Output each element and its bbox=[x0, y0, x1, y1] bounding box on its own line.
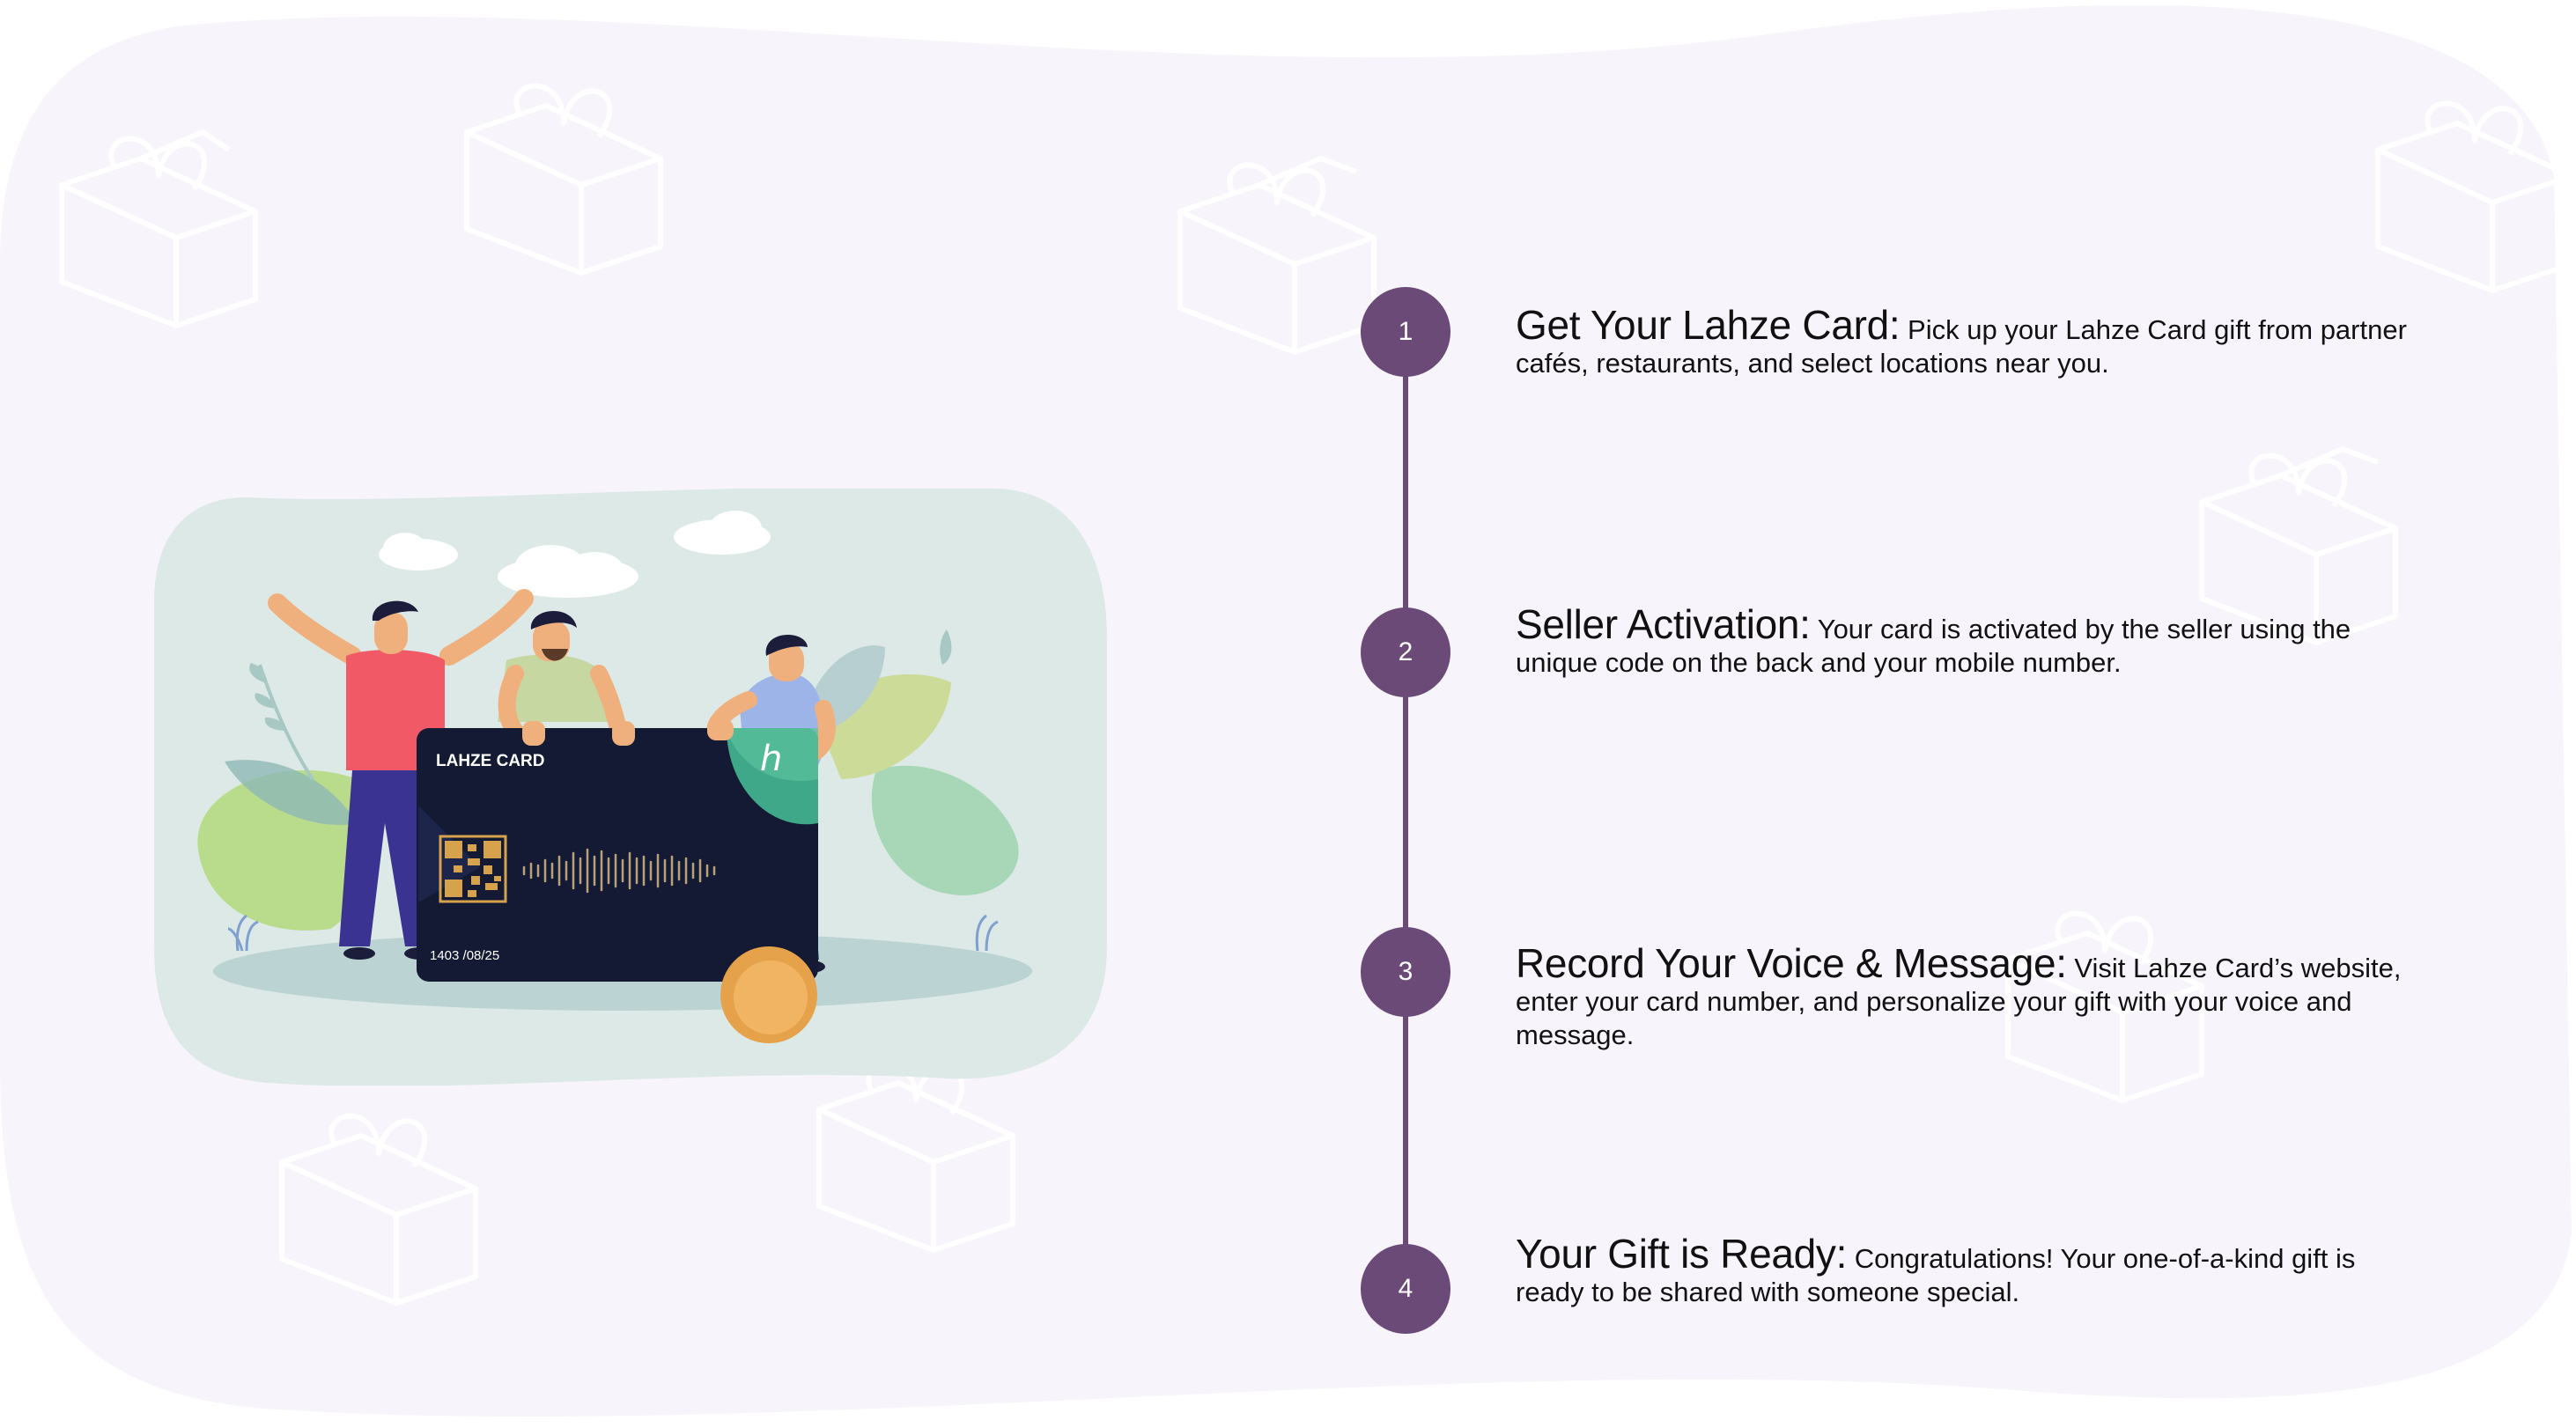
step-title: Record Your Voice & Message: bbox=[1516, 940, 2067, 986]
timeline-line bbox=[1403, 333, 1408, 1289]
step-number-badge: 3 bbox=[1361, 927, 1450, 1017]
step-2-text: Seller Activation: Your card is activate… bbox=[1516, 604, 2414, 680]
step-title: Your Gift is Ready: bbox=[1516, 1231, 1848, 1277]
step-number-badge: 2 bbox=[1361, 607, 1450, 697]
step-number-badge: 4 bbox=[1361, 1244, 1450, 1334]
step-4-text: Your Gift is Ready: Congratulations! You… bbox=[1516, 1233, 2414, 1309]
hero-illustration: LAHZE CARD ℎ 1403 /08/25 bbox=[154, 489, 1107, 1086]
card-date-text: 1403 /08/25 bbox=[430, 948, 499, 963]
step-title: Get Your Lahze Card: bbox=[1516, 302, 1901, 348]
step-1-text: Get Your Lahze Card: Pick up your Lahze … bbox=[1516, 305, 2414, 380]
card-logo-icon: ℎ bbox=[760, 739, 782, 779]
card-brand-text: LAHZE CARD bbox=[436, 752, 545, 770]
step-title: Seller Activation: bbox=[1516, 601, 1811, 647]
step-3-text: Record Your Voice & Message: Visit Lahze… bbox=[1516, 943, 2414, 1052]
step-number-badge: 1 bbox=[1361, 287, 1450, 377]
